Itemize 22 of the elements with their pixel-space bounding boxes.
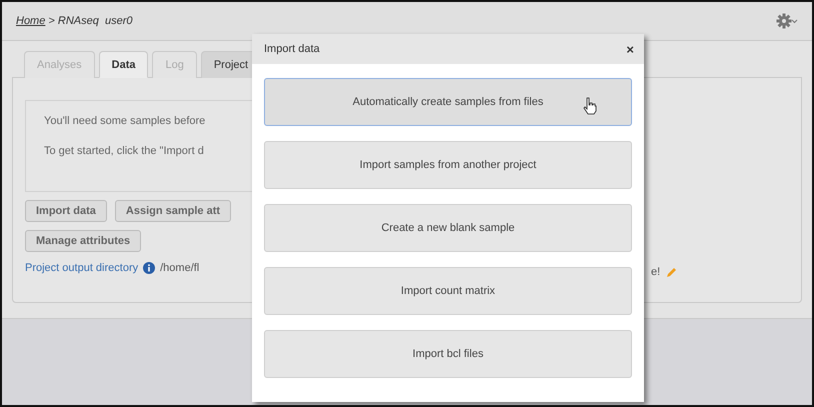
info-icon[interactable] <box>143 262 156 274</box>
output-directory-link[interactable]: Project output directory <box>25 262 138 274</box>
option-button[interactable]: Import count matrix <box>264 267 632 315</box>
hand-cursor-icon <box>583 97 597 115</box>
close-button[interactable]: × <box>626 42 634 56</box>
message-text: To get started, click the "Import d <box>44 145 205 157</box>
action-button[interactable]: Manage attributes <box>25 230 142 252</box>
breadcrumb: Home > RNAseq user0 <box>16 15 132 27</box>
option-button[interactable]: Import samples from another project <box>264 141 632 189</box>
home-link[interactable]: Home <box>16 15 46 27</box>
option-button[interactable]: Automatically create samples from files <box>264 78 632 126</box>
directory-text: e! <box>651 266 660 278</box>
directory-path: /home/fl <box>160 262 200 274</box>
tab[interactable]: Data <box>98 51 148 78</box>
option-button[interactable]: Create a new blank sample <box>264 204 632 252</box>
action-button[interactable]: Assign sample att <box>114 200 232 222</box>
action-button[interactable]: Import data <box>25 200 107 222</box>
dialog-title: Import data <box>264 43 320 55</box>
message-text: You'll need some samples before <box>44 115 206 127</box>
pencil-icon[interactable] <box>666 266 678 278</box>
option-button[interactable]: Import bcl files <box>264 330 632 378</box>
settings-icon[interactable] <box>776 13 798 29</box>
